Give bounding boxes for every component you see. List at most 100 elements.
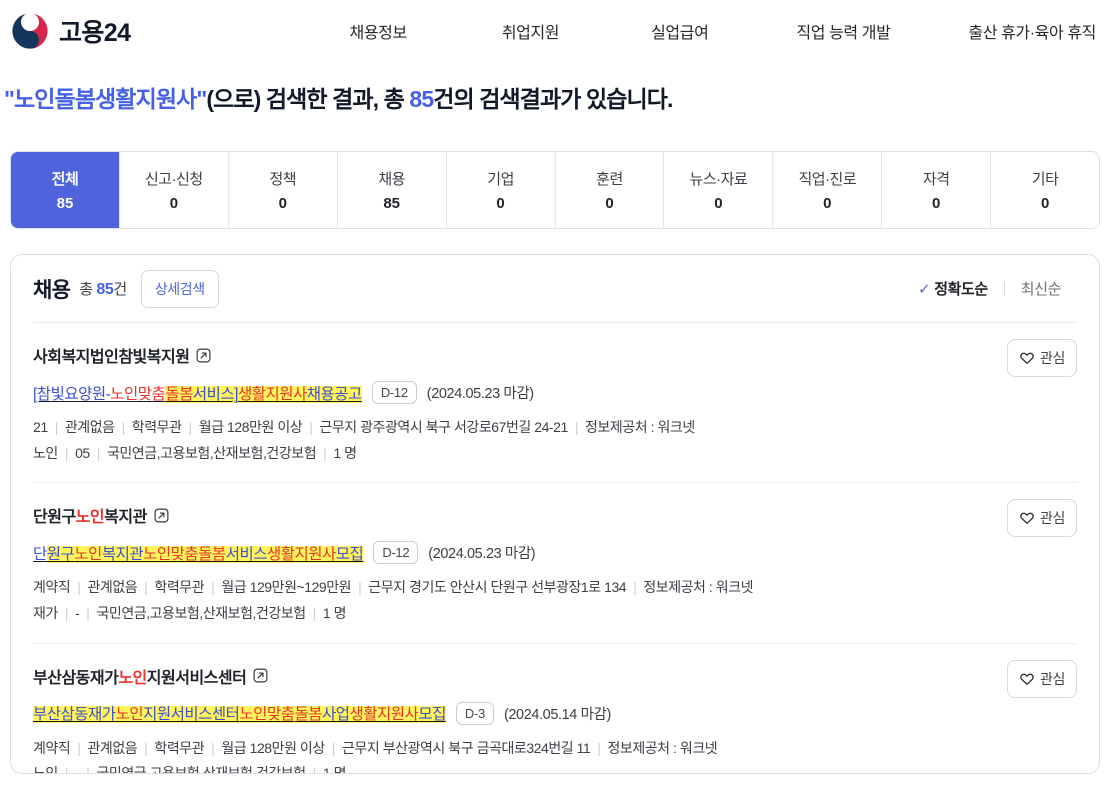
favorite-button[interactable]: 관심 — [1007, 339, 1077, 377]
tab-7[interactable]: 직업·진로 0 — [773, 152, 883, 228]
meta-item: 1 명 — [322, 605, 347, 622]
meta-separator: | — [312, 765, 317, 774]
heart-icon — [1019, 350, 1035, 366]
tab-6[interactable]: 뉴스·자료 0 — [664, 152, 774, 228]
meta-separator: | — [211, 739, 215, 756]
organization-name[interactable]: 사회복지법인참빛복지원 — [33, 343, 190, 367]
meta-item: 관계없음 — [87, 739, 138, 756]
favorite-button[interactable]: 관심 — [1007, 499, 1077, 538]
tab-4[interactable]: 기업 0 — [446, 152, 556, 228]
nav-item-vocational-development[interactable]: 직업 능력 개발 — [796, 13, 890, 49]
org-text: 부산삼동재가 — [33, 669, 119, 687]
brand-name: 고용24 — [59, 19, 131, 47]
meta-separator: | — [96, 444, 101, 461]
tab-count: 0 — [278, 195, 287, 212]
nav-item-maternity-leave[interactable]: 출산 휴가·육아 휴직 — [968, 13, 1096, 49]
meta-item: 근무지 부산광역시 북구 금곡대로324번길 11 — [341, 739, 591, 756]
search-total-count: 85 — [409, 86, 434, 112]
external-link-icon[interactable] — [253, 668, 268, 683]
meta-separator: | — [64, 765, 69, 774]
job-title-row: 단원구노인복지관노인맞춤돌봄서비스생활지원사모집 D-12 (2024.05.23 … — [33, 541, 1077, 565]
tab-label: 뉴스·자료 — [689, 171, 748, 188]
search-query-text: "노인돌봄생활지원사" — [4, 86, 207, 112]
job-title-row: [참빛요양원-노인맞춤돌봄서비스]생활지원사채용공고 D-12 (2024.05.2… — [33, 381, 1077, 404]
tab-count: 0 — [496, 195, 505, 212]
results-total: 총 85건 — [79, 278, 127, 299]
tab-count: 0 — [823, 195, 832, 212]
meta-item: 정보제공처 : 워크넷 — [585, 419, 695, 435]
meta-item: 21 — [33, 419, 48, 435]
title-keyword: 생활지원사 — [237, 385, 307, 403]
meta-item: 1 명 — [322, 765, 347, 774]
tab-label: 자격 — [922, 171, 950, 188]
meta-separator: | — [323, 444, 327, 461]
title-text: 단 — [33, 545, 47, 563]
meta-item: 노인 — [33, 765, 58, 774]
deadline-text: (2024.05.23 마감) — [428, 546, 536, 563]
meta-item: 관계없음 — [64, 419, 115, 435]
tab-3[interactable]: 채용 85 — [337, 152, 447, 228]
meta-item: 05 — [75, 444, 90, 461]
title-text: 채용공고 — [306, 385, 362, 403]
organization-name[interactable]: 단원구노인복지관 — [33, 503, 147, 527]
tab-label: 정책 — [269, 171, 297, 188]
meta-separator: | — [121, 419, 126, 435]
org-text: 지원서비스센터 — [146, 669, 247, 687]
job-listing-container: 사회복지법인참빛복지원 [참빛요양원-노인맞춤돌봄서비스]생활지원사채용공고 D-1… — [33, 323, 1077, 774]
sort-by-latest[interactable]: 최신순 — [1005, 278, 1077, 299]
keyword-match: 노인 — [75, 509, 105, 527]
meta-item: 관계없음 — [87, 579, 138, 596]
title-text: 부산삼동재가 — [33, 706, 116, 724]
meta-separator: | — [211, 579, 215, 596]
detail-search-button[interactable]: 상세검색 — [140, 269, 219, 308]
deadline-text: (2024.05.23 마감) — [426, 386, 534, 402]
title-keyword: 노인 — [74, 545, 102, 563]
tab-count: 0 — [169, 195, 179, 212]
nav-item-unemployment-benefit[interactable]: 실업급여 — [651, 13, 709, 49]
sort-by-relevance[interactable]: ✓ 정확도순 — [902, 278, 1004, 299]
nav-item-employment-support[interactable]: 취업지원 — [502, 13, 560, 49]
job-meta-line-2: 재가 | - | 국민연금,고용보험,산재보험,건강보험 | 1 명 — [33, 603, 1077, 625]
title-text: 모집 — [335, 545, 364, 563]
results-total-suffix: 건 — [113, 281, 127, 298]
external-link-icon[interactable] — [196, 348, 211, 363]
org-text: 사회복지법인참빛복지원 — [33, 349, 190, 366]
sort-relevance-label: 정확도순 — [934, 281, 988, 298]
title-keyword: 생활지원사 — [349, 706, 419, 724]
favorite-label: 관심 — [1040, 510, 1065, 527]
job-title-link[interactable]: 단원구노인복지관노인맞춤돌봄서비스생활지원사모집 — [33, 542, 364, 564]
tab-2[interactable]: 정책 0 — [228, 152, 338, 228]
title-keyword: 돌봄 — [165, 385, 193, 403]
job-title-link[interactable]: [참빛요양원-노인맞춤돌봄서비스]생활지원사채용공고 — [33, 382, 362, 404]
tab-9[interactable]: 기타 0 — [991, 152, 1099, 228]
organization-row: 부산삼동재가노인지원서비스센터 — [33, 664, 1077, 688]
job-title-link[interactable]: 부산삼동재가노인지원서비스센터노인맞춤돌봄사업생활지원사모집 — [33, 702, 446, 724]
tab-0[interactable]: 전체 85 — [11, 152, 120, 228]
organization-name[interactable]: 부산삼동재가노인지원서비스센터 — [33, 664, 247, 688]
dday-badge: D-3 — [455, 701, 494, 725]
site-header: 고용24 채용정보 취업지원 실업급여 직업 능력 개발 출산 휴가·육아 휴직 — [0, 0, 1110, 62]
tab-count: 0 — [932, 195, 941, 212]
meta-separator: | — [574, 419, 579, 435]
job-meta-line-1: 21 | 관계없음 | 학력무관 | 월급 128만원 이상 | 근무지 광주광역시 북구 서강… — [33, 417, 1077, 439]
tab-8[interactable]: 자격 0 — [882, 152, 992, 228]
title-text: 서비스 — [225, 545, 267, 563]
tab-5[interactable]: 훈련 0 — [555, 152, 665, 228]
external-link-icon[interactable] — [154, 508, 169, 523]
meta-item: 국민연금,고용보험,산재보험,건강보험 — [106, 444, 317, 461]
heart-icon — [1019, 671, 1035, 687]
heart-icon — [1019, 510, 1035, 526]
job-title-row: 부산삼동재가노인지원서비스센터노인맞춤돌봄사업생활지원사모집 D-3 (2024.0… — [33, 701, 1077, 725]
meta-separator: | — [77, 739, 81, 756]
brand-logo[interactable]: 고용24 — [10, 11, 131, 51]
meta-separator: | — [64, 444, 69, 461]
meta-item: 월급 128만원 이상 — [221, 739, 325, 756]
tab-1[interactable]: 신고·신청 0 — [119, 152, 229, 228]
tab-label: 신고·신청 — [145, 171, 203, 188]
taegeuk-icon — [10, 11, 50, 51]
nav-item-recruit[interactable]: 채용정보 — [350, 13, 408, 49]
meta-item: 월급 129만원~129만원 — [221, 579, 352, 596]
favorite-button[interactable]: 관심 — [1007, 659, 1077, 698]
tab-count: 0 — [714, 195, 723, 212]
title-keyword: 돌봄 — [294, 706, 322, 724]
